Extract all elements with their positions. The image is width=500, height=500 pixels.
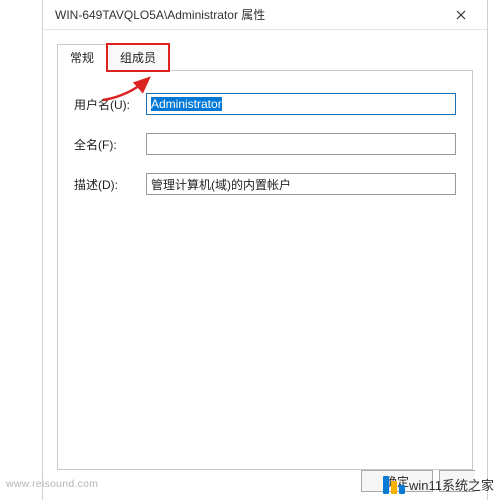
tab-general-label: 常规 — [70, 51, 94, 65]
watermark-logo-icon — [383, 476, 405, 494]
tab-general[interactable]: 常规 — [57, 44, 107, 71]
close-button[interactable] — [441, 3, 481, 27]
window-title: WIN-649TAVQLO5A\Administrator 属性 — [55, 6, 441, 23]
input-fullname[interactable] — [146, 133, 456, 155]
watermark-brand: win11系统之家 — [383, 475, 494, 494]
label-description: 描述(D): — [74, 176, 146, 193]
titlebar: WIN-649TAVQLO5A\Administrator 属性 — [43, 0, 487, 30]
row-description: 描述(D): — [74, 173, 456, 195]
tab-strip: 常规 组成员 — [57, 44, 473, 71]
tab-member[interactable]: 组成员 — [107, 44, 169, 71]
close-icon — [456, 10, 466, 20]
content-area: 常规 组成员 用户名(U): Administrator 全名( — [43, 30, 487, 470]
row-fullname: 全名(F): — [74, 133, 456, 155]
tab-panel-general: 用户名(U): Administrator 全名(F): 描述(D): — [57, 70, 473, 470]
watermark-brand-text: win11系统之家 — [409, 475, 494, 494]
input-username-value: Administrator — [151, 97, 222, 111]
tab-member-label: 组成员 — [120, 51, 156, 65]
input-username[interactable]: Administrator — [146, 93, 456, 115]
watermark-url: www.reisound.com — [6, 479, 98, 490]
highlight-arrow-icon — [99, 74, 159, 104]
dialog-window: WIN-649TAVQLO5A\Administrator 属性 常规 组成员 — [42, 0, 488, 500]
label-fullname: 全名(F): — [74, 136, 146, 153]
input-description[interactable] — [146, 173, 456, 195]
